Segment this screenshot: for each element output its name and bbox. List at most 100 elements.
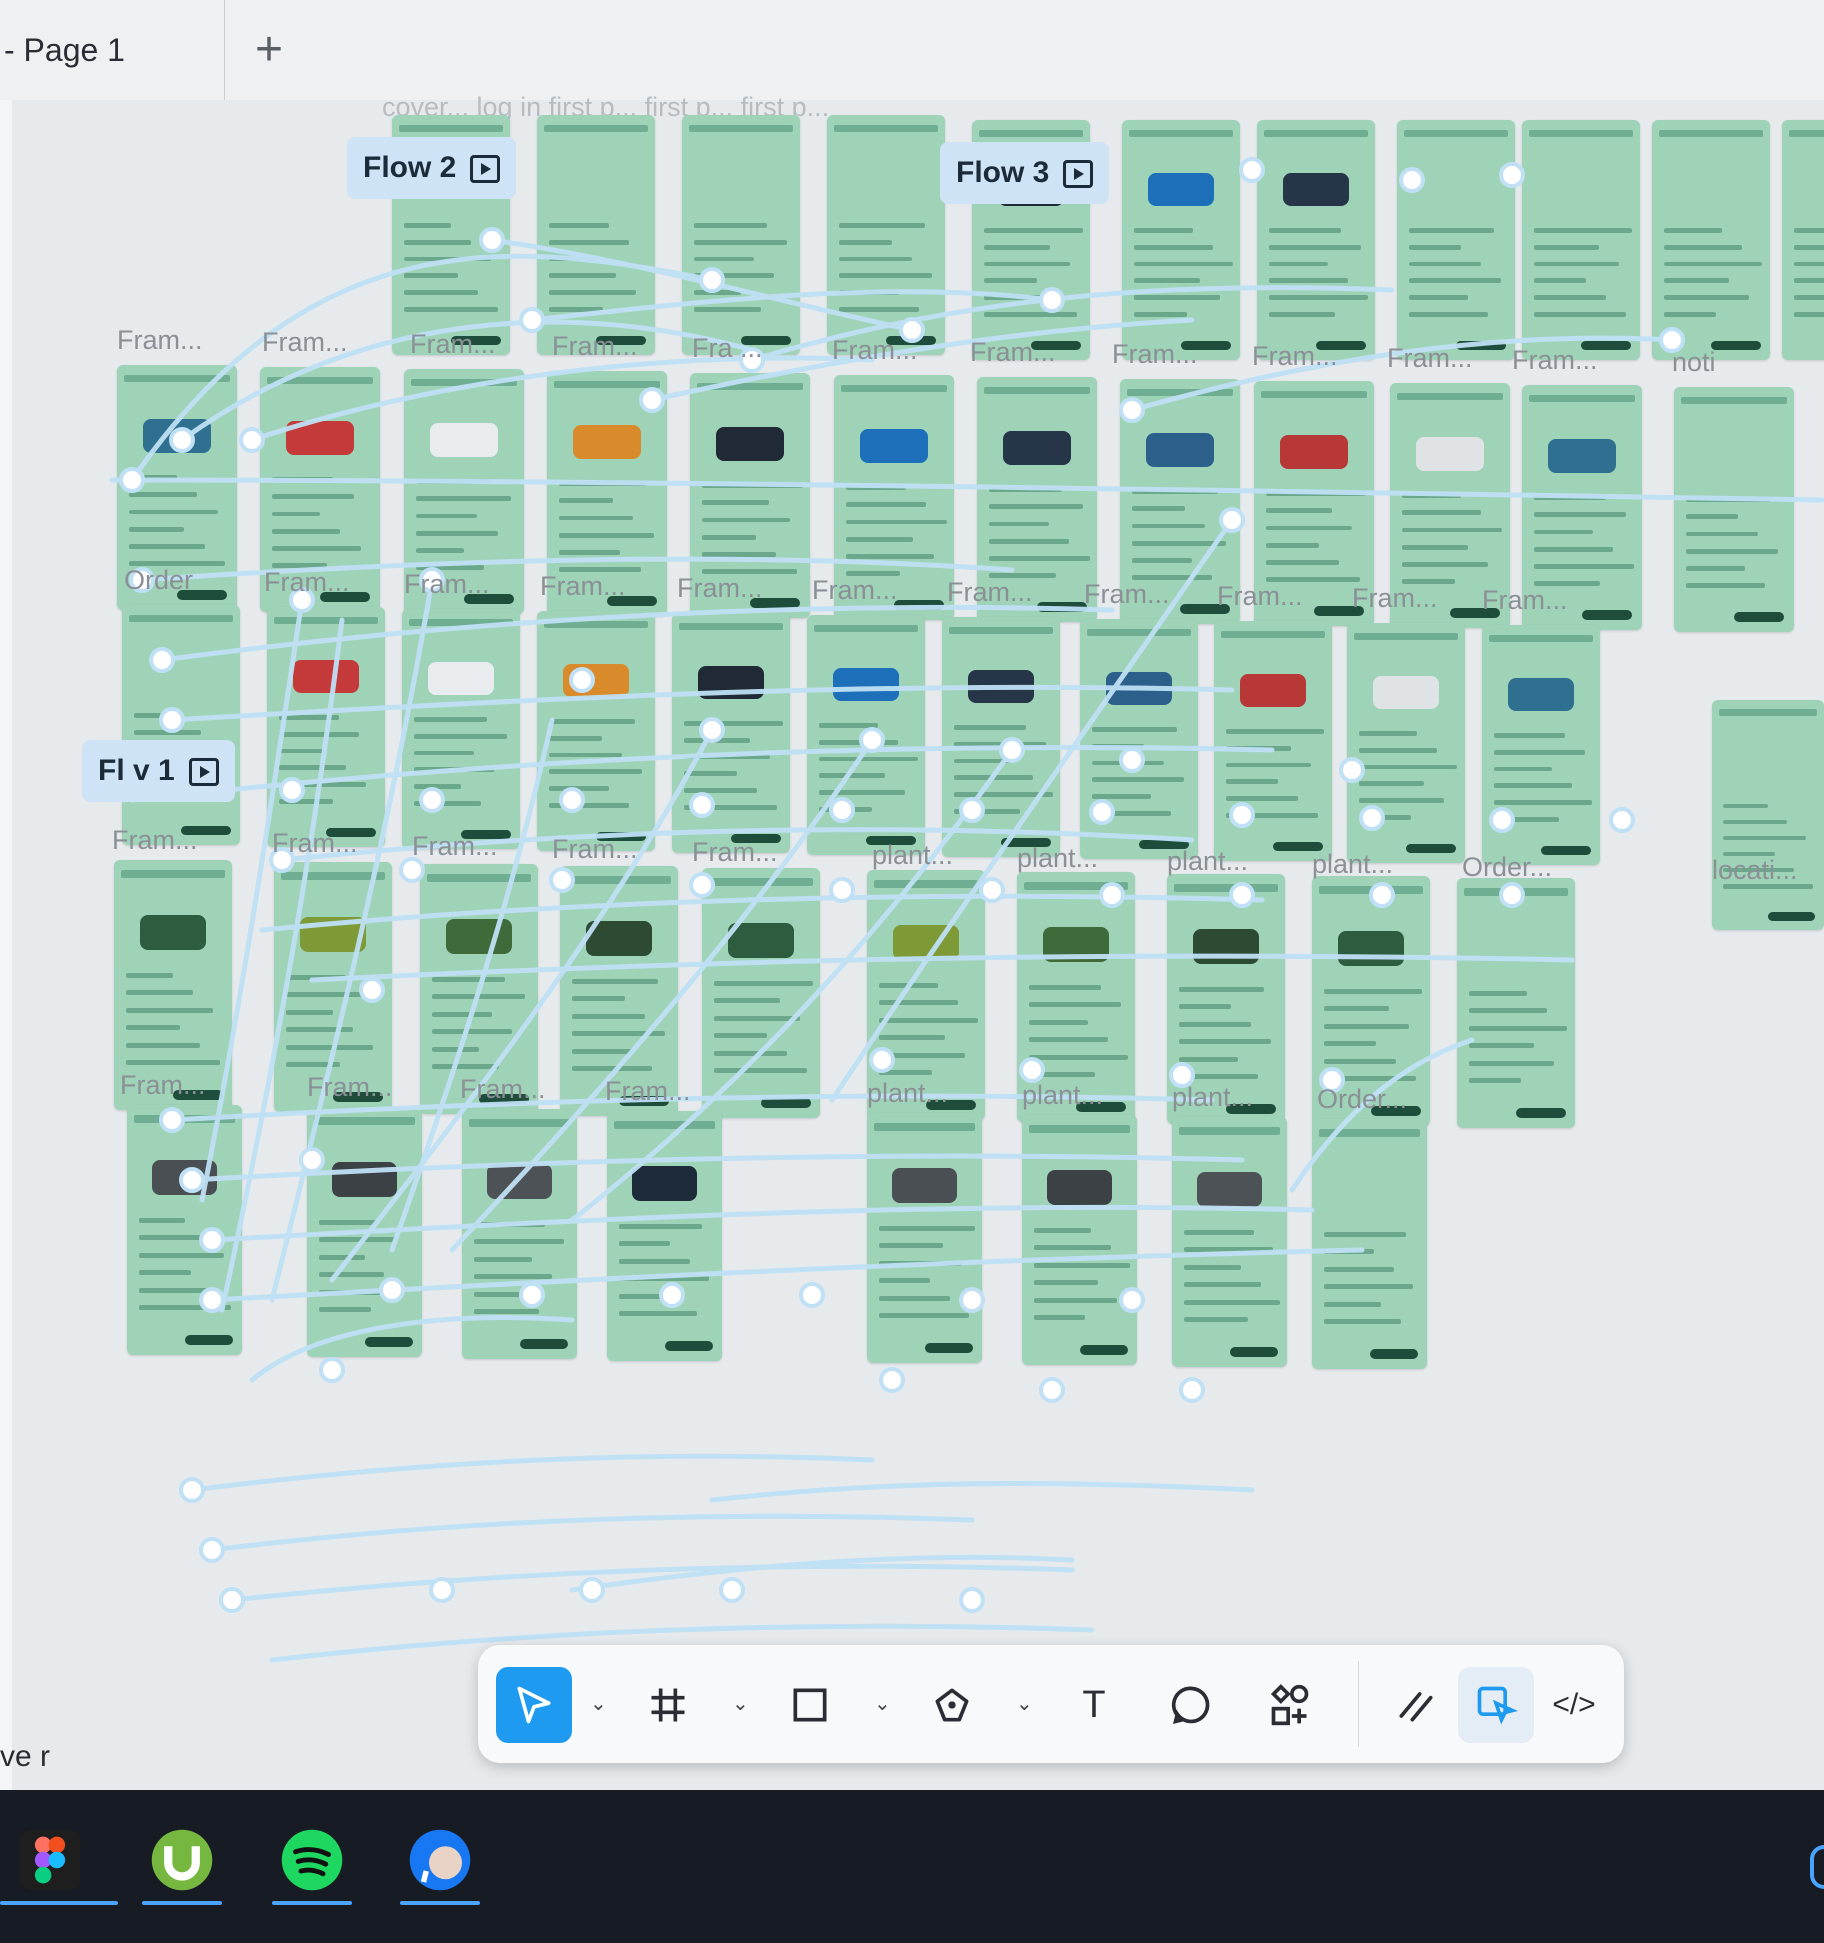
shelf-frame[interactable]: [867, 1113, 982, 1363]
product-frame[interactable]: [942, 617, 1060, 857]
product-detail-frame[interactable]: [1674, 387, 1794, 632]
product-frame[interactable]: [537, 611, 655, 851]
screen-frame[interactable]: [1522, 120, 1640, 360]
frame-label[interactable]: plant...: [1167, 846, 1248, 877]
draw-icon[interactable]: [1378, 1667, 1454, 1743]
comment-icon[interactable]: [1154, 1667, 1230, 1743]
play-flow-icon[interactable]: [470, 155, 501, 184]
frame-label[interactable]: Fram...: [677, 573, 763, 604]
frame-label[interactable]: plant...: [1017, 843, 1098, 874]
components-icon[interactable]: [1252, 1667, 1328, 1743]
frame-label[interactable]: Fram...: [264, 567, 350, 598]
frame-label[interactable]: Fram...: [552, 331, 638, 362]
frame-label[interactable]: Fram...: [262, 327, 348, 358]
shelf-frame[interactable]: [307, 1107, 422, 1357]
shelf-frame[interactable]: [462, 1109, 577, 1359]
shelf-frame[interactable]: [127, 1105, 242, 1355]
screen-frame[interactable]: [1782, 120, 1824, 360]
prototype-icon[interactable]: [1458, 1667, 1534, 1743]
product-frame[interactable]: [807, 615, 925, 855]
flow-3-tag[interactable]: Flow 3: [940, 142, 1110, 204]
frame-label[interactable]: Fram...: [404, 569, 490, 600]
pen-tool-icon[interactable]: [914, 1667, 990, 1743]
screen-frame[interactable]: [1397, 120, 1515, 360]
frame-label[interactable]: Fram...: [410, 329, 496, 360]
chevron-down-icon[interactable]: ⌄: [1016, 1691, 1033, 1716]
frame-label[interactable]: Fram...: [272, 828, 358, 859]
product-frame[interactable]: [267, 607, 385, 847]
frame-label[interactable]: plant...: [1172, 1082, 1253, 1113]
page-tab[interactable]: - Page 1: [0, 0, 225, 100]
frame-label[interactable]: Fram...: [1352, 583, 1438, 614]
frame-label[interactable]: Fram...: [117, 325, 203, 356]
chevron-down-icon[interactable]: ⌄: [590, 1691, 607, 1716]
utorrent-app-icon[interactable]: [132, 1815, 232, 1905]
frame-label[interactable]: Fram...: [812, 575, 898, 606]
frame-label[interactable]: Fram...: [605, 1076, 691, 1107]
screen-frame[interactable]: [827, 115, 945, 355]
play-flow-icon[interactable]: [188, 758, 219, 787]
design-canvas[interactable]: cover... log in first p... first p... fi…: [12, 92, 1824, 1790]
move-cursor-icon[interactable]: [496, 1667, 572, 1743]
chevron-down-icon[interactable]: ⌄: [732, 1691, 749, 1716]
add-page-icon[interactable]: +: [255, 22, 283, 77]
frame-hash-icon[interactable]: [630, 1667, 706, 1743]
flow-2-tag[interactable]: Flow 2: [347, 137, 517, 199]
frame-label[interactable]: Fram...: [460, 1074, 546, 1105]
frame-label[interactable]: plant...: [1312, 849, 1393, 880]
dev-mode-icon[interactable]: </>: [1536, 1667, 1612, 1743]
frame-label[interactable]: Fram...: [832, 335, 918, 366]
plant-frame[interactable]: [1457, 878, 1575, 1128]
frame-label[interactable]: Fram...: [112, 825, 198, 856]
frame-label[interactable]: Fram...: [540, 571, 626, 602]
frame-label[interactable]: Fram...: [1217, 581, 1303, 612]
frame-label[interactable]: locati...: [1712, 855, 1798, 886]
frame-label[interactable]: Fra ...: [692, 333, 763, 364]
screen-frame[interactable]: [1257, 120, 1375, 360]
screen-frame[interactable]: [682, 115, 800, 355]
shelf-frame[interactable]: [1312, 1119, 1427, 1369]
frame-label[interactable]: Fram...: [970, 337, 1056, 368]
shelf-frame[interactable]: [1022, 1115, 1137, 1365]
frame-label[interactable]: noti: [1672, 347, 1716, 378]
product-frame[interactable]: [1214, 621, 1332, 861]
messenger-app-icon[interactable]: [390, 1815, 490, 1905]
frame-label[interactable]: Fram...: [692, 837, 778, 868]
screen-frame[interactable]: [537, 115, 655, 355]
frame-label[interactable]: Fram...: [1084, 579, 1170, 610]
frame-label[interactable]: Order...: [1317, 1084, 1407, 1115]
frame-label[interactable]: Fram...: [552, 834, 638, 865]
text-tool-icon[interactable]: T: [1056, 1667, 1132, 1743]
frame-label[interactable]: Fram...: [1387, 343, 1473, 374]
frame-label[interactable]: Fram...: [307, 1072, 393, 1103]
flow-1-tag[interactable]: Fl v 1: [82, 740, 235, 802]
frame-label[interactable]: plant...: [867, 1078, 948, 1109]
frame-label[interactable]: Order: [124, 565, 193, 596]
frame-label[interactable]: Fram...: [120, 1070, 206, 1101]
shelf-frame[interactable]: [607, 1111, 722, 1361]
plant-frame[interactable]: [702, 868, 820, 1118]
product-frame[interactable]: [1080, 619, 1198, 859]
spotify-app-icon[interactable]: [262, 1815, 362, 1905]
location-frame[interactable]: [1712, 700, 1824, 930]
frame-label[interactable]: Fram...: [412, 831, 498, 862]
figma-app-icon[interactable]: [0, 1815, 118, 1905]
screen-frame[interactable]: [1122, 120, 1240, 360]
shelf-frame[interactable]: [1172, 1117, 1287, 1367]
screen-frame[interactable]: [1652, 120, 1770, 360]
product-frame[interactable]: [402, 609, 520, 849]
product-frame[interactable]: [1347, 623, 1465, 863]
product-frame[interactable]: [672, 613, 790, 853]
frame-label[interactable]: Fram...: [1252, 341, 1338, 372]
rectangle-icon[interactable]: [772, 1667, 848, 1743]
chevron-down-icon[interactable]: ⌄: [874, 1691, 891, 1716]
frame-label[interactable]: Fram...: [947, 577, 1033, 608]
frame-label[interactable]: plant...: [1022, 1080, 1103, 1111]
frame-label[interactable]: Fram...: [1112, 339, 1198, 370]
product-frame[interactable]: [122, 605, 240, 845]
frame-label[interactable]: Fram...: [1512, 345, 1598, 376]
frame-label[interactable]: plant...: [872, 840, 953, 871]
product-frame[interactable]: [1482, 625, 1600, 865]
frame-label[interactable]: Order...: [1462, 852, 1552, 883]
frame-label[interactable]: Fram...: [1482, 585, 1568, 616]
